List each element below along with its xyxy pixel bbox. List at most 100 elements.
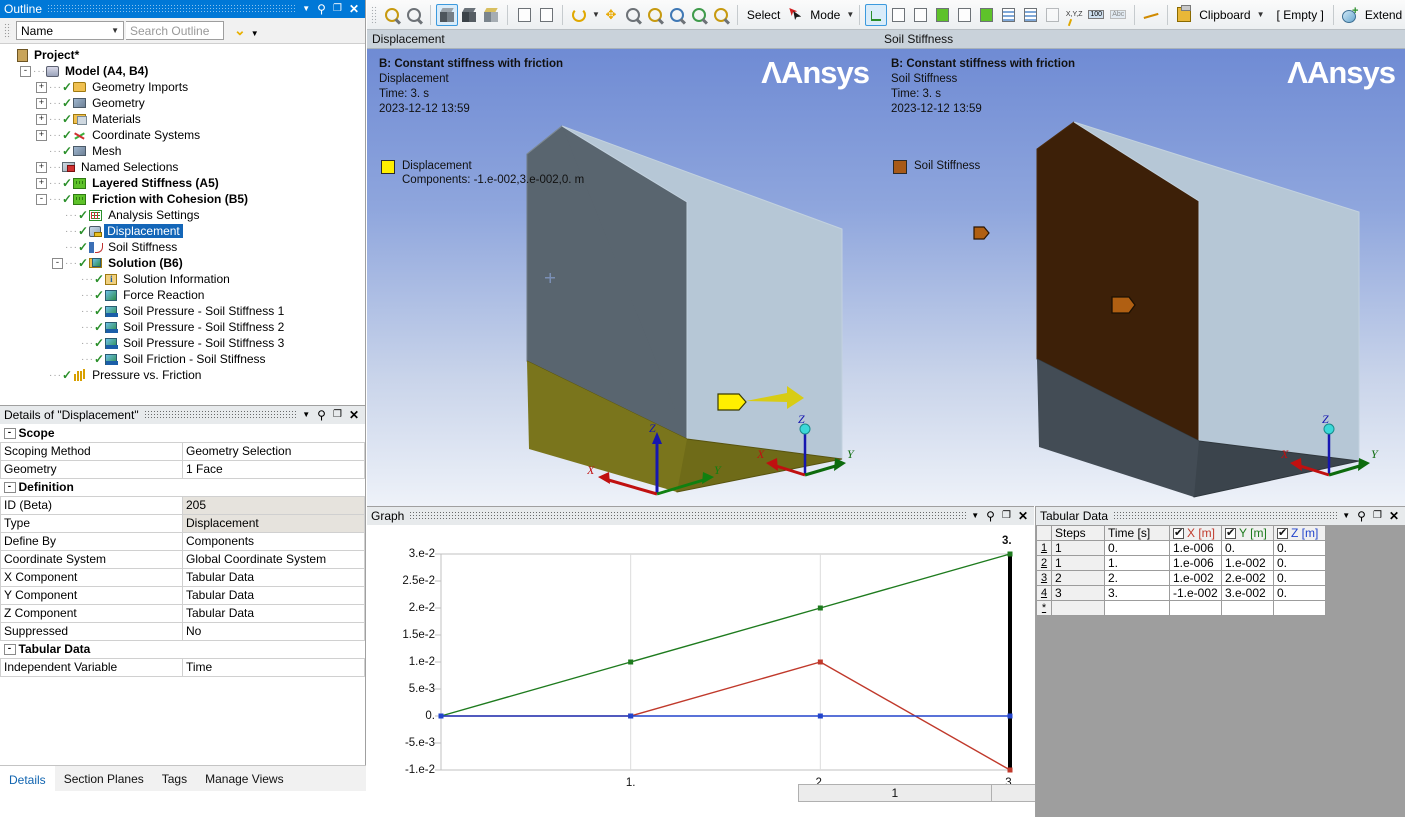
pan-icon[interactable]: ✥ <box>600 4 622 26</box>
table-cell-time[interactable]: 2. <box>1104 570 1170 586</box>
zoom-previous-icon[interactable] <box>381 4 403 26</box>
collapse-icon[interactable]: - <box>36 193 47 205</box>
details-row[interactable]: Geometry 1 Face <box>0 459 365 479</box>
table-cell-y[interactable]: 3.e-002 <box>1221 585 1274 601</box>
extend-label[interactable]: Extend <box>1361 8 1405 22</box>
outline-pin-icon[interactable]: ⚲ <box>317 3 326 15</box>
coordinate-probe-icon[interactable]: X,Y,Z <box>1063 4 1085 26</box>
probe-value-icon[interactable]: 100 <box>1085 4 1107 26</box>
details-close-icon[interactable]: ✕ <box>349 409 359 421</box>
view-front-icon[interactable] <box>909 4 931 26</box>
tree-item-pressure-vs-friction[interactable]: ····✓ Pressure vs. Friction <box>0 367 365 383</box>
graph-plot-area[interactable]: 3.e-2 2.5e-2 2.e-2 1.5e-2 1.e-2 5.e-3 0. -5.e-3… <box>367 525 1034 793</box>
details-dropdown-icon[interactable]: ▼ <box>302 411 310 419</box>
details-row[interactable]: Coordinate System Global Coordinate Syste… <box>0 549 365 569</box>
collapse-icon[interactable]: - <box>52 257 63 269</box>
table-cell-y[interactable]: 0. <box>1221 540 1274 556</box>
viewport-left-tab[interactable]: Displacement <box>367 30 879 49</box>
outline-close-icon[interactable]: ✕ <box>349 3 359 15</box>
rotate-dropdown-icon[interactable]: ▼ <box>592 10 600 19</box>
outline-dropdown-icon[interactable]: ▼ <box>302 5 310 13</box>
viewport-right-canvas[interactable]: Z X Y ΛAnsys B: Constant stiffness with … <box>879 49 1405 506</box>
extend-icon[interactable] <box>1339 4 1361 26</box>
viewport-soil-stiffness[interactable]: Soil Stiffness Z X Y ΛAnsys B: Constant … <box>879 30 1405 506</box>
tabular-dropdown-icon[interactable]: ▼ <box>1342 512 1350 520</box>
tree-item-geometry-imports[interactable]: +····✓ Geometry Imports <box>0 79 365 95</box>
row-header-cell[interactable]: 4 <box>1036 585 1052 601</box>
tree-item-materials[interactable]: +····✓ Materials <box>0 111 365 127</box>
tree-item-model-a4-b4[interactable]: -···· Model (A4, B4) <box>0 63 365 79</box>
tree-item-coordinate-systems[interactable]: +····✓ Coordinate Systems <box>0 127 365 143</box>
expand-icon[interactable]: + <box>36 161 47 173</box>
details-tab-details[interactable]: Details <box>0 766 55 791</box>
tree-item-soil-pressure-soil-stiffness-2[interactable]: ····✓ Soil Pressure - Soil Stiffness 2 <box>0 319 365 335</box>
table-cell-y[interactable]: 2.e-002 <box>1221 570 1274 586</box>
column-header-row[interactable] <box>1036 525 1052 541</box>
details-property-value[interactable]: No <box>182 621 365 641</box>
column-checkbox[interactable] <box>1277 527 1288 540</box>
row-header-cell[interactable]: 3 <box>1036 570 1052 586</box>
show-vertices-icon[interactable] <box>436 3 458 26</box>
table-cell-time[interactable]: 0. <box>1104 540 1170 556</box>
details-row[interactable]: Y Component Tabular Data <box>0 585 365 605</box>
table-cell-steps[interactable]: 1 <box>1051 540 1105 556</box>
table-row[interactable]: 2 1 1. 1.e-006 1.e-002 0. <box>1036 555 1326 571</box>
details-property-value[interactable]: Time <box>182 657 365 677</box>
select-label[interactable]: Select <box>743 8 784 22</box>
expand-icon[interactable]: + <box>36 97 47 109</box>
details-row[interactable]: X Component Tabular Data <box>0 567 365 587</box>
tree-item-analysis-settings[interactable]: ····✓ Analysis Settings <box>0 207 365 223</box>
details-row[interactable]: ID (Beta) 205 <box>0 495 365 515</box>
table-cell-steps[interactable]: 2 <box>1051 570 1105 586</box>
graph-pin-icon[interactable]: ⚲ <box>986 510 995 522</box>
details-row[interactable]: Scoping Method Geometry Selection <box>0 441 365 461</box>
viewport-left-canvas[interactable]: Z X Y Z X Y ΛAnsys B: Constant stiffness… <box>367 49 879 506</box>
mesh-display-icon[interactable] <box>997 4 1019 26</box>
column-header-time-s[interactable]: Time [s] <box>1104 525 1170 541</box>
table-cell-steps[interactable]: 1 <box>1051 555 1105 571</box>
select-cursor-icon[interactable] <box>784 4 806 26</box>
tree-item-soil-pressure-soil-stiffness-1[interactable]: ····✓ Soil Pressure - Soil Stiffness 1 <box>0 303 365 319</box>
annotation-preferences-icon[interactable] <box>535 4 557 26</box>
expand-icon[interactable]: + <box>36 113 47 125</box>
table-cell-x[interactable]: -1.e-002 <box>1169 585 1222 601</box>
viewport-displacement[interactable]: Displacement Z X Y Z X Y ΛAnsys B: Const… <box>367 30 879 506</box>
view-left-icon[interactable] <box>953 4 975 26</box>
rotate-icon[interactable] <box>568 4 590 26</box>
column-header-steps[interactable]: Steps <box>1051 525 1105 541</box>
column-header-x-m[interactable]: X [m] <box>1169 525 1222 541</box>
tree-item-named-selections[interactable]: +···· Named Selections <box>0 159 365 175</box>
graph-maximize-icon[interactable]: ❐ <box>1002 511 1011 521</box>
tree-item-solution-information[interactable]: ····✓ Solution Information <box>0 271 365 287</box>
table-row[interactable]: 4 3 3. -1.e-002 3.e-002 0. <box>1036 585 1326 601</box>
tree-item-displacement[interactable]: ····✓ Displacement <box>0 223 365 239</box>
details-row[interactable]: Independent Variable Time <box>0 657 365 677</box>
details-tab-section-planes[interactable]: Section Planes <box>55 766 153 791</box>
tree-item-soil-stiffness[interactable]: ····✓ Soil Stiffness <box>0 239 365 255</box>
details-row[interactable]: Define By Components <box>0 531 365 551</box>
search-outline-input[interactable]: Search Outline <box>126 21 224 40</box>
details-group-row[interactable]: - Definition <box>0 478 365 496</box>
tabular-close-icon[interactable]: ✕ <box>1389 510 1399 522</box>
expand-icon[interactable]: + <box>36 81 47 93</box>
table-row[interactable]: 1 1 0. 1.e-006 0. 0. <box>1036 540 1326 556</box>
details-row[interactable]: Type Displacement <box>0 513 365 533</box>
table-cell-steps[interactable]: 3 <box>1051 585 1105 601</box>
details-tab-manage-views[interactable]: Manage Views <box>196 766 293 791</box>
graph-dropdown-icon[interactable]: ▼ <box>971 512 979 520</box>
table-cell-x[interactable]: 1.e-002 <box>1169 570 1222 586</box>
table-cell-time[interactable]: 1. <box>1104 555 1170 571</box>
table-cell-time[interactable]: 3. <box>1104 585 1170 601</box>
details-property-value[interactable]: Global Coordinate System <box>182 549 365 569</box>
zoom-to-fit-icon[interactable] <box>666 4 688 26</box>
details-pin-icon[interactable]: ⚲ <box>317 409 326 421</box>
row-header-cell[interactable]: 2 <box>1036 555 1052 571</box>
tree-item-project[interactable]: Project* <box>0 47 365 63</box>
toolbar-overflow-icon[interactable]: ▼ <box>251 29 259 38</box>
row-header-cell[interactable]: * <box>1036 600 1052 616</box>
table-cell-z[interactable]: 0. <box>1273 570 1326 586</box>
table-cell-x[interactable]: 1.e-006 <box>1169 555 1222 571</box>
tree-item-geometry[interactable]: +····✓ Geometry <box>0 95 365 111</box>
mode-dropdown-icon[interactable]: ▼ <box>846 10 854 19</box>
tree-item-friction-with-cohesion-b5[interactable]: -····✓ Friction with Cohesion (B5) <box>0 191 365 207</box>
